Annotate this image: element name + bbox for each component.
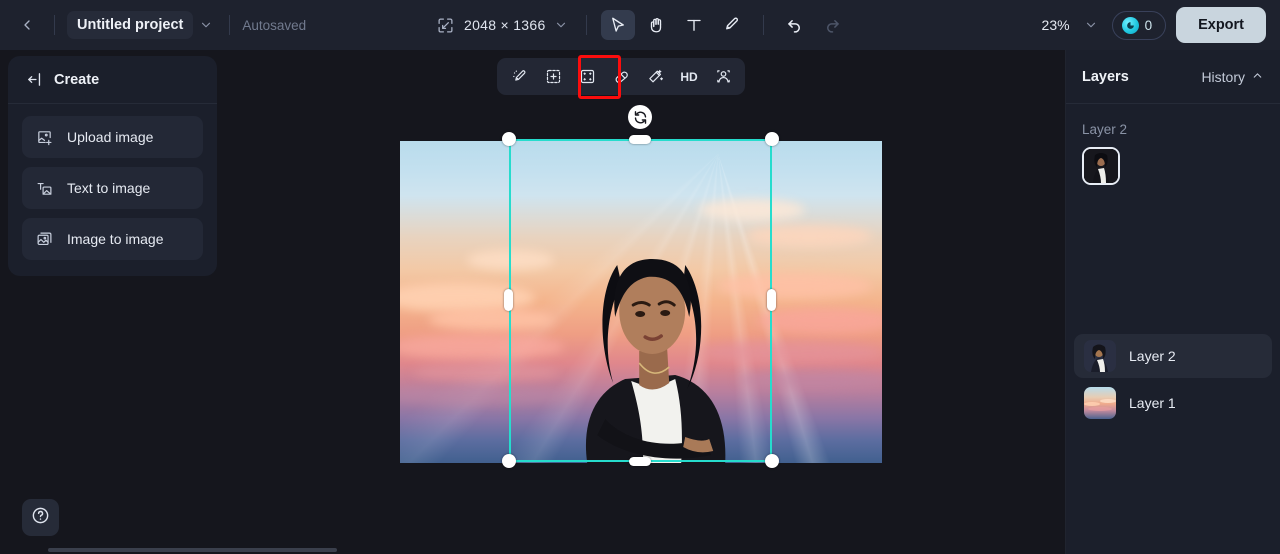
history-toggle[interactable]: History [1201, 69, 1264, 85]
chevron-down-icon[interactable] [195, 14, 217, 36]
help-question-icon [31, 506, 50, 530]
credits-badge[interactable]: 0 [1111, 10, 1167, 40]
divider [54, 15, 55, 35]
handle-top-right[interactable] [765, 132, 779, 146]
zoom-level: 23% [1041, 17, 1070, 33]
divider [585, 15, 587, 35]
hd-upscale-tool[interactable]: HD [673, 62, 705, 91]
history-label: History [1201, 68, 1245, 85]
project-name[interactable]: Untitled project [67, 11, 194, 39]
handle-top-center[interactable] [629, 135, 651, 144]
image-to-image-button[interactable]: Image to image [22, 218, 203, 260]
zoom-dropdown-chevron-down-icon[interactable] [1080, 14, 1102, 36]
help-button[interactable] [22, 499, 59, 536]
cloud [400, 282, 535, 312]
handle-middle-right[interactable] [767, 289, 776, 311]
crop-expand-tool[interactable] [571, 62, 603, 91]
top-bar: Untitled project Autosaved 2048 × 1366 2… [0, 0, 1280, 50]
handle-bottom-center[interactable] [629, 457, 651, 466]
portrait-thumbnail [1084, 340, 1116, 372]
app-root: Untitled project Autosaved 2048 × 1366 2… [0, 0, 1280, 554]
text-to-image-button[interactable]: Text to image [22, 167, 203, 209]
upload-image-label: Upload image [67, 129, 154, 145]
cloud [747, 224, 873, 248]
topbar-center-group: 2048 × 1366 [430, 0, 850, 50]
collapse-panel-icon[interactable] [26, 71, 43, 88]
layers-list: Layer 2 Layer 1 [1066, 334, 1280, 428]
right-layers-panel: Layers History Layer 2 Layer 2 Layer 1 [1065, 50, 1280, 554]
handle-bottom-right[interactable] [765, 454, 779, 468]
rotate-handle-icon[interactable] [628, 105, 652, 129]
text-to-image-label: Text to image [67, 180, 151, 196]
handle-top-left[interactable] [502, 132, 516, 146]
image-to-image-label: Image to image [67, 231, 164, 247]
back-button[interactable] [12, 10, 42, 40]
left-panel-header: Create [8, 56, 217, 104]
layer-row-layer-1[interactable]: Layer 1 [1074, 381, 1272, 425]
brush-tool[interactable] [715, 10, 749, 40]
topbar-left-group: Untitled project Autosaved [0, 10, 306, 40]
left-create-panel: Create Upload image Text to image Image … [8, 56, 217, 276]
magic-wand-tool[interactable] [639, 62, 671, 91]
layer-row-layer-2[interactable]: Layer 2 [1074, 334, 1272, 378]
autosave-status: Autosaved [242, 17, 307, 33]
portrait-enhance-tool[interactable] [707, 62, 739, 91]
hand-tool[interactable] [639, 10, 673, 40]
sky-thumbnail [1084, 387, 1116, 419]
divider [762, 15, 764, 35]
active-layer-thumbnail[interactable] [1082, 147, 1120, 185]
layer-row-label: Layer 2 [1129, 348, 1176, 364]
layers-title: Layers [1082, 68, 1129, 85]
handle-bottom-left[interactable] [502, 454, 516, 468]
text-tool[interactable] [677, 10, 711, 40]
retouch-tool[interactable] [503, 62, 535, 91]
select-tool[interactable] [600, 10, 635, 40]
horizontal-scrollbar-thumb[interactable] [48, 548, 337, 552]
text-to-image-icon [36, 180, 53, 197]
artboard[interactable] [400, 141, 882, 463]
layer-row-label: Layer 1 [1129, 395, 1176, 411]
resize-canvas-icon[interactable] [430, 10, 460, 40]
handle-middle-left[interactable] [504, 289, 513, 311]
export-button[interactable]: Export [1176, 7, 1266, 43]
left-panel-title: Create [54, 71, 100, 88]
left-panel-items: Upload image Text to image Image to imag… [8, 104, 217, 276]
active-layer-name: Layer 2 [1082, 122, 1128, 137]
canvas-floating-toolbar: HD [497, 58, 745, 95]
canvas-dimensions: 2048 × 1366 [464, 17, 546, 33]
upload-image-button[interactable]: Upload image [22, 116, 203, 158]
divider [229, 15, 231, 35]
chevron-up-icon [1251, 69, 1264, 85]
topbar-right-group: 23% 0 Export [1042, 0, 1266, 50]
undo-button[interactable] [778, 10, 812, 40]
eraser-tool[interactable] [605, 62, 637, 91]
credit-coin-icon [1121, 16, 1139, 34]
portrait-subject [585, 259, 726, 463]
layers-panel-header: Layers History [1066, 50, 1280, 104]
redo-button[interactable] [816, 10, 850, 40]
upload-image-icon [36, 129, 53, 146]
dimensions-dropdown-chevron-down-icon[interactable] [550, 14, 572, 36]
generative-fill-tool[interactable] [537, 62, 569, 91]
image-to-image-icon [36, 231, 53, 248]
credits-count: 0 [1144, 17, 1153, 33]
